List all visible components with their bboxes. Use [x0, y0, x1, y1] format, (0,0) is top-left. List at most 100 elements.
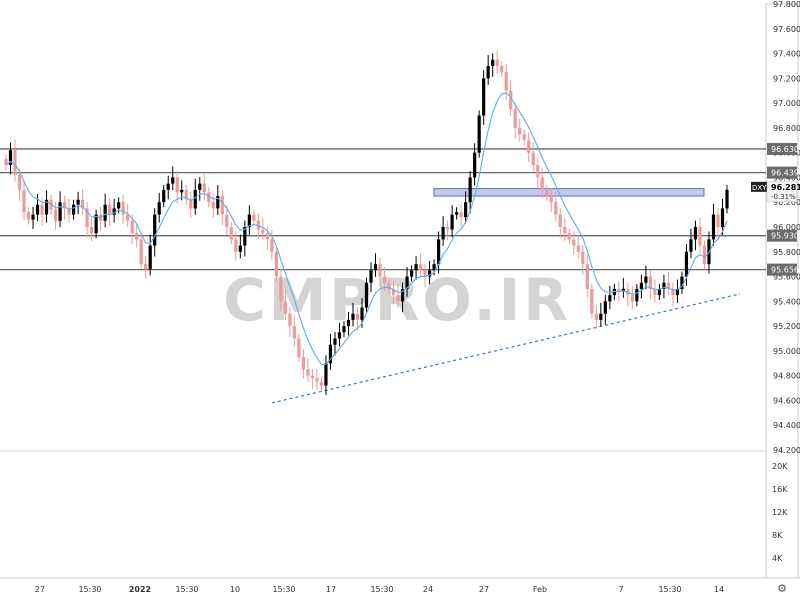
candle-body	[698, 227, 702, 246]
y-tick-label: 97.400	[773, 50, 800, 59]
settings-gear-icon[interactable]: ⚙	[777, 582, 787, 595]
candle-body	[342, 326, 346, 333]
last-price-label: 96.281	[771, 183, 800, 192]
level-price-label: 96.630	[771, 145, 799, 154]
candle-body	[608, 295, 612, 302]
candle-body	[265, 233, 269, 240]
candle-body	[459, 212, 463, 218]
candle-body	[175, 177, 179, 193]
candle-body	[166, 183, 170, 190]
candle-body	[346, 319, 351, 327]
x-tick-label: 15:30	[175, 585, 198, 594]
change-label: -0.31%	[771, 193, 796, 201]
candle-body	[130, 220, 134, 234]
y-tick-label: 94.600	[773, 396, 800, 405]
candle-body	[40, 204, 44, 215]
candle-body	[31, 214, 35, 220]
candle-body	[90, 227, 94, 234]
candle-body	[572, 239, 576, 246]
volume-tick-label: 8K	[772, 531, 783, 540]
x-tick-label: 15:30	[658, 585, 681, 594]
candle-body	[513, 109, 517, 128]
candle-body	[355, 313, 360, 320]
candle-body	[522, 134, 526, 141]
candle-body	[567, 233, 571, 240]
candle-body	[518, 127, 522, 135]
y-tick-label: 94.800	[773, 372, 800, 381]
candle-body	[261, 229, 265, 234]
candle-body	[635, 288, 639, 302]
candle-body	[414, 264, 418, 271]
candle-body	[319, 381, 324, 386]
candle-body	[536, 165, 540, 178]
candle-body	[527, 140, 531, 153]
x-tick-label: 15:30	[370, 585, 393, 594]
candle-body	[693, 227, 698, 240]
candle-body	[94, 214, 98, 234]
volume-tick-label: 4K	[772, 554, 783, 563]
y-tick-label: 97.000	[773, 99, 800, 108]
x-tick-label: 27	[35, 585, 45, 594]
candle-body	[171, 177, 175, 184]
candle-body	[274, 251, 278, 277]
candle-body	[135, 233, 139, 240]
candle-body	[121, 202, 125, 215]
candle-body	[594, 313, 598, 320]
candle-body	[599, 313, 603, 320]
candle-body	[441, 227, 445, 240]
price-pane	[0, 4, 766, 450]
level-price-label: 96.439	[771, 169, 799, 178]
volume-tick-label: 16K	[772, 485, 788, 494]
candle-body	[198, 183, 202, 190]
candle-body	[581, 251, 585, 265]
x-tick-label: 15:30	[78, 585, 101, 594]
candle-body	[639, 282, 643, 289]
candle-body	[310, 375, 315, 379]
candle-body	[139, 239, 143, 265]
candle-body	[13, 150, 17, 175]
candle-body	[603, 301, 607, 314]
x-tick-label: 2022	[129, 585, 151, 594]
candle-body	[549, 196, 553, 203]
candle-body	[153, 214, 157, 246]
candle-body	[545, 189, 549, 197]
x-tick-label: 24	[423, 585, 433, 594]
candle-body	[76, 199, 80, 205]
y-tick-label: 97.800	[773, 0, 800, 9]
candle-body	[504, 72, 508, 91]
candle-body	[189, 199, 193, 209]
candle-body	[297, 338, 301, 358]
candle-body	[211, 202, 215, 209]
candle-body	[500, 65, 504, 73]
candle-body	[202, 183, 206, 193]
candle-body	[360, 307, 364, 320]
candle-body	[17, 174, 22, 190]
candle-body	[531, 152, 535, 166]
y-tick-label: 95.400	[773, 297, 800, 306]
y-tick-label: 97.600	[773, 25, 800, 34]
candle-body	[301, 357, 306, 370]
candle-body	[252, 214, 256, 221]
candle-body	[108, 204, 112, 215]
candle-body	[333, 338, 337, 345]
candle-body	[446, 227, 450, 230]
candle-body	[337, 332, 342, 339]
candle-body	[306, 369, 310, 376]
candle-body	[157, 202, 161, 215]
y-tick-label: 95.000	[773, 347, 800, 356]
candle-body	[554, 202, 558, 215]
candle-body	[630, 295, 634, 302]
x-tick-label: 27	[479, 585, 489, 594]
candle-body	[486, 65, 490, 79]
screenshot-frame: CMPRO.IR 97.800 97.600 97.400 97.200 97.000 96…	[0, 0, 800, 600]
candle-body	[563, 227, 567, 234]
candle-body	[409, 270, 414, 277]
candle-body	[473, 152, 477, 178]
candle-body	[220, 196, 224, 215]
candle-body	[495, 59, 499, 66]
y-tick-label: 97.200	[773, 74, 800, 83]
candle-body	[373, 264, 378, 271]
candle-body	[117, 202, 121, 209]
candle-body	[270, 239, 274, 252]
y-tick-label: 94.400	[773, 421, 800, 430]
